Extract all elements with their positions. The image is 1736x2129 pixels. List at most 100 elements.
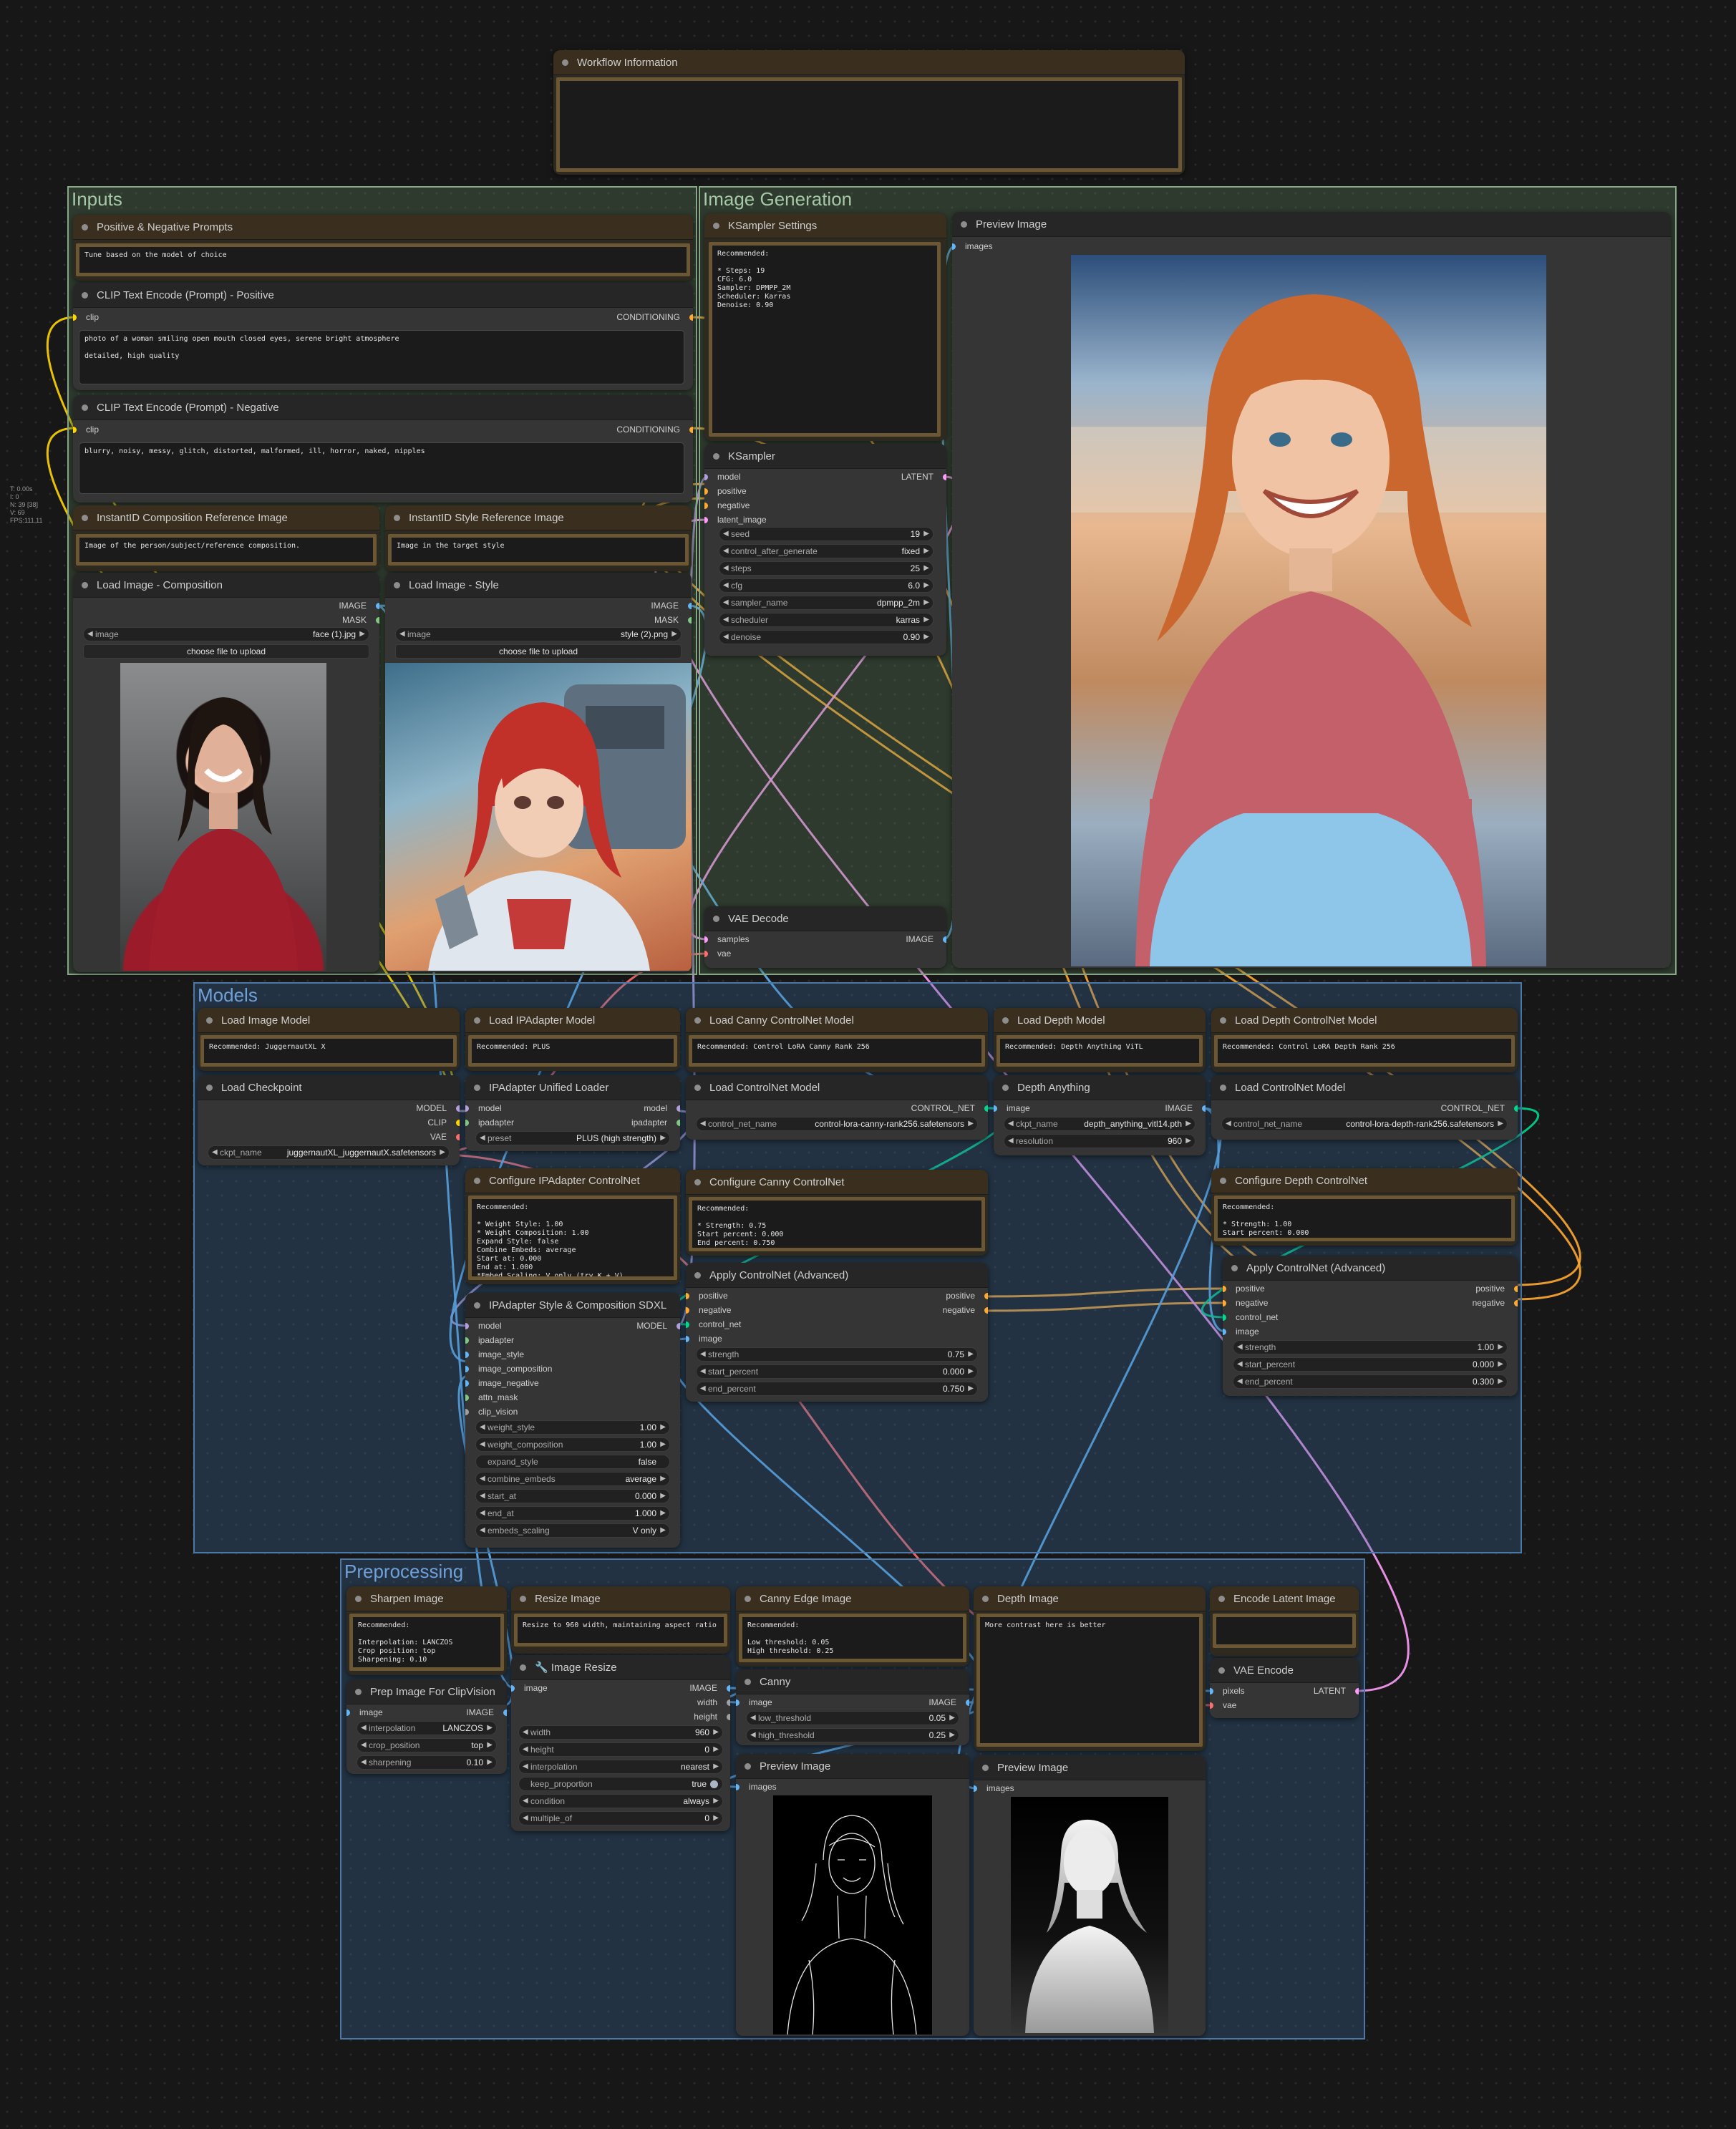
- arrow-left-icon[interactable]: ◀: [723, 579, 729, 592]
- note-textarea[interactable]: Recommended: * Steps: 19 CFG: 6.0 Sample…: [709, 242, 941, 437]
- node-header[interactable]: Load Depth ControlNet Model: [1211, 1008, 1518, 1033]
- node-encode-latent-note[interactable]: Encode Latent Image: [1210, 1586, 1359, 1657]
- arrow-right-icon[interactable]: ▶: [968, 1382, 974, 1395]
- high-threshold-widget[interactable]: ◀ high_threshold 0.25 ▶: [746, 1728, 959, 1742]
- arrow-left-icon[interactable]: ◀: [1237, 1358, 1243, 1371]
- arrow-right-icon[interactable]: ▶: [923, 528, 929, 540]
- output-socket[interactable]: [677, 1120, 680, 1126]
- arrow-left-icon[interactable]: ◀: [1237, 1341, 1243, 1354]
- node-header[interactable]: IPAdapter Unified Loader: [465, 1075, 680, 1100]
- input-socket[interactable]: [1223, 1300, 1226, 1306]
- prompt-textarea[interactable]: photo of a woman smiling open mouth clos…: [79, 330, 684, 384]
- arrow-right-icon[interactable]: ▶: [440, 1146, 445, 1159]
- arrow-left-icon[interactable]: ◀: [723, 545, 729, 558]
- input-socket[interactable]: [465, 1105, 469, 1112]
- node-collapse-dot[interactable]: [82, 581, 88, 588]
- note-textarea[interactable]: Recommended: PLUS: [468, 1035, 677, 1067]
- arrow-left-icon[interactable]: ◀: [750, 1729, 756, 1742]
- arrow-left-icon[interactable]: ◀: [480, 1473, 485, 1485]
- input-socket[interactable]: [736, 1784, 740, 1790]
- node-load-image-style[interactable]: Load Image - Style IMAGE MASK ◀ image styl…: [385, 573, 692, 972]
- node-collapse-dot[interactable]: [520, 1595, 526, 1602]
- node-collapse-dot[interactable]: [1218, 1667, 1225, 1674]
- note-textarea[interactable]: Recommended: Control LoRA Canny Rank 256: [689, 1035, 985, 1067]
- image-combo[interactable]: ◀ image style (2).png ▶: [395, 627, 682, 641]
- node-canny-edge-note[interactable]: Canny Edge Image Recommended: Low thresh…: [736, 1586, 969, 1667]
- output-socket[interactable]: [966, 1699, 969, 1706]
- arrow-left-icon[interactable]: ◀: [1008, 1117, 1014, 1130]
- node-collapse-dot[interactable]: [1231, 1264, 1238, 1271]
- note-textarea[interactable]: Recommended: Depth Anything ViTL: [996, 1035, 1203, 1067]
- arrow-left-icon[interactable]: ◀: [361, 1739, 367, 1752]
- node-header[interactable]: Load ControlNet Model: [686, 1075, 988, 1100]
- output-socket[interactable]: [984, 1293, 988, 1299]
- node-header[interactable]: Preview Image: [952, 212, 1671, 237]
- arrow-left-icon[interactable]: ◀: [523, 1812, 528, 1825]
- node-collapse-dot[interactable]: [1220, 1084, 1226, 1091]
- arrow-left-icon[interactable]: ◀: [399, 628, 405, 641]
- node-load-controlnet-canny[interactable]: Load ControlNet Model CONTROL_NET ◀ contr…: [686, 1075, 988, 1140]
- arrow-right-icon[interactable]: ▶: [923, 631, 929, 644]
- node-canny-controlnet-note[interactable]: Load Canny ControlNet Model Recommended:…: [686, 1008, 988, 1072]
- input-socket-clip[interactable]: [73, 314, 77, 321]
- note-textarea[interactable]: Recommended: Interpolation: LANCZOS Crop…: [349, 1614, 504, 1671]
- strength-widget[interactable]: ◀ strength 0.75 ▶: [696, 1347, 978, 1362]
- node-collapse-dot[interactable]: [206, 1017, 213, 1024]
- node-header[interactable]: Configure Depth ControlNet: [1211, 1168, 1518, 1193]
- low-threshold-widget[interactable]: ◀ low_threshold 0.05 ▶: [746, 1711, 959, 1725]
- seed-widget[interactable]: ◀ seed 19 ▶: [719, 527, 934, 541]
- arrow-left-icon[interactable]: ◀: [361, 1722, 367, 1735]
- input-socket-positive[interactable]: [704, 488, 708, 495]
- input-socket-model[interactable]: [704, 474, 708, 480]
- note-textarea[interactable]: Recommended: * Strength: 0.75 Start perc…: [689, 1197, 985, 1251]
- node-header[interactable]: Load Checkpoint: [198, 1075, 460, 1100]
- node-header[interactable]: Configure Canny ControlNet: [686, 1170, 988, 1195]
- node-header[interactable]: CLIP Text Encode (Prompt) - Positive: [73, 283, 693, 308]
- node-canvas[interactable]: T: 0.00s I: 0 N: 39 [38] V: 69 FPS:111.1…: [0, 0, 1736, 2129]
- output-socket[interactable]: [677, 1323, 680, 1329]
- arrow-right-icon[interactable]: ▶: [660, 1438, 666, 1451]
- node-header[interactable]: 🔧 Image Resize: [511, 1655, 730, 1680]
- node-collapse-dot[interactable]: [694, 1084, 701, 1091]
- arrow-right-icon[interactable]: ▶: [923, 579, 929, 592]
- input-socket[interactable]: [974, 1785, 977, 1792]
- output-socket[interactable]: [1355, 1688, 1359, 1694]
- node-header[interactable]: Preview Image: [736, 1754, 969, 1779]
- input-socket-vae[interactable]: [704, 951, 708, 957]
- node-header[interactable]: InstantID Style Reference Image: [385, 505, 692, 530]
- multiple-of-widget[interactable]: ◀ multiple_of 0 ▶: [518, 1811, 723, 1825]
- node-header[interactable]: Workflow Information: [553, 50, 1185, 75]
- arrow-right-icon[interactable]: ▶: [968, 1117, 974, 1130]
- output-socket-image[interactable]: [688, 603, 692, 609]
- input-socket-clip[interactable]: [73, 427, 77, 433]
- arrow-left-icon[interactable]: ◀: [1226, 1117, 1231, 1130]
- arrow-left-icon[interactable]: ◀: [1008, 1135, 1014, 1148]
- weight-composition-widget[interactable]: ◀ weight_composition 1.00 ▶: [475, 1437, 670, 1452]
- arrow-left-icon[interactable]: ◀: [723, 562, 729, 575]
- output-socket[interactable]: [727, 1714, 730, 1720]
- arrow-left-icon[interactable]: ◀: [212, 1146, 218, 1159]
- keep-proportion-toggle[interactable]: keep_proportion true: [518, 1777, 723, 1791]
- node-header[interactable]: Preview Image: [974, 1755, 1206, 1780]
- input-socket-samples[interactable]: [704, 936, 708, 943]
- arrow-left-icon[interactable]: ◀: [523, 1726, 528, 1739]
- arrow-left-icon[interactable]: ◀: [480, 1490, 485, 1503]
- note-textarea[interactable]: Recommended: Control LoRA Depth Rank 256: [1214, 1035, 1515, 1067]
- arrow-right-icon[interactable]: ▶: [1498, 1117, 1503, 1130]
- end-at-widget[interactable]: ◀ end_at 1.000 ▶: [475, 1506, 670, 1521]
- output-socket-image[interactable]: [943, 936, 946, 943]
- note-textarea[interactable]: Resize to 960 width, maintaining aspect …: [514, 1614, 727, 1647]
- output-socket-mask[interactable]: [688, 617, 692, 624]
- denoise-widget[interactable]: ◀ denoise 0.90 ▶: [719, 630, 934, 644]
- node-collapse-dot[interactable]: [206, 1084, 213, 1091]
- node-header[interactable]: Resize Image: [511, 1586, 730, 1611]
- arrow-right-icon[interactable]: ▶: [660, 1490, 666, 1503]
- arrow-right-icon[interactable]: ▶: [949, 1712, 955, 1725]
- output-socket[interactable]: [984, 1105, 988, 1112]
- arrow-left-icon[interactable]: ◀: [700, 1382, 706, 1395]
- start-percent-widget[interactable]: ◀ start_percent 0.000 ▶: [1233, 1357, 1508, 1372]
- node-collapse-dot[interactable]: [355, 1595, 362, 1602]
- input-socket[interactable]: [686, 1307, 689, 1314]
- node-header[interactable]: Encode Latent Image: [1210, 1586, 1359, 1611]
- resolution-widget[interactable]: ◀ resolution 960 ▶: [1004, 1134, 1196, 1148]
